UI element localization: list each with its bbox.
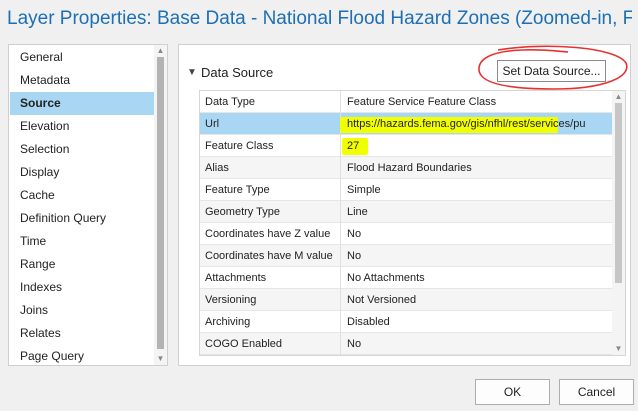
nav-item-selection[interactable]: Selection [10,138,155,161]
grid-scrollbar[interactable]: ▲ ▼ [612,91,625,355]
window-title: Layer Properties: Base Data - National F… [7,8,632,29]
cancel-button[interactable]: Cancel [559,379,634,405]
row-key: Archiving [200,311,341,333]
table-row: Data Type Feature Service Feature Class [200,91,614,113]
data-source-section-label: Data Source [201,64,274,80]
nav-scroll-thumb[interactable] [157,57,164,349]
url-value[interactable]: https://hazards.fema.gov/gis/nfhl/rest/s… [347,118,585,130]
row-value: Simple [347,184,381,196]
row-key: COGO Enabled [200,333,341,355]
row-key: Versioning [200,289,341,311]
table-row[interactable]: COGO Enabled No [200,333,614,355]
grid-scroll-thumb[interactable] [615,103,622,283]
table-row[interactable]: Feature Class 27 [200,135,614,157]
row-key: Coordinates have M value [200,245,341,267]
row-key: Coordinates have Z value [200,223,341,245]
nav-item-joins[interactable]: Joins [10,299,155,322]
row-value: No Attachments [347,272,425,284]
ok-button[interactable]: OK [475,379,550,405]
nav-item-time[interactable]: Time [10,230,155,253]
properties-nav: General Metadata Source Elevation Select… [8,44,168,366]
data-source-grid: Data Type Feature Service Feature Class … [199,90,626,356]
row-key: Data Type [200,91,341,113]
nav-item-general[interactable]: General [10,46,155,69]
row-value: Not Versioned [347,294,417,306]
row-key: Url [200,113,341,135]
nav-item-range[interactable]: Range [10,253,155,276]
row-key: Attachments [200,267,341,289]
feature-class-value: 27 [347,140,360,152]
nav-item-source[interactable]: Source [10,92,155,115]
row-key: Feature Class [200,135,341,157]
set-data-source-button[interactable]: Set Data Source... [497,60,606,82]
row-value: Disabled [347,316,390,328]
table-row[interactable]: Coordinates have M value No [200,245,614,267]
nav-scrollbar[interactable]: ▲ ▼ [154,45,167,365]
nav-item-relates[interactable]: Relates [10,322,155,345]
table-row[interactable]: Versioning Not Versioned [200,289,614,311]
nav-item-indexes[interactable]: Indexes [10,276,155,299]
row-value: Flood Hazard Boundaries [347,162,472,174]
row-value: No [347,250,362,262]
data-source-section-header[interactable]: ▼ Data Source [187,63,273,81]
table-row[interactable]: Feature Type Simple [200,179,614,201]
row-value: https://hazards.fema.gov/gis/nfhl/rest/s… [342,113,614,135]
row-key: Alias [200,157,341,179]
table-row-url[interactable]: Url https://hazards.fema.gov/gis/nfhl/re… [200,113,614,135]
row-value: Line [347,206,368,218]
chevron-down-icon: ▼ [187,66,197,78]
row-value: Feature Service Feature Class [347,96,497,108]
nav-item-display[interactable]: Display [10,161,155,184]
table-row[interactable]: Archiving Disabled [200,311,614,333]
row-value: No [347,338,362,350]
table-row[interactable]: Alias Flood Hazard Boundaries [200,157,614,179]
nav-item-elevation[interactable]: Elevation [10,115,155,138]
row-key: Feature Type [200,179,341,201]
triangle-down-icon[interactable]: ▼ [612,343,625,355]
nav-item-page-query[interactable]: Page Query [10,345,155,365]
triangle-up-icon[interactable]: ▲ [612,91,625,103]
row-value: No [347,228,362,240]
nav-item-definition-query[interactable]: Definition Query [10,207,155,230]
source-panel: ▼ Data Source Set Data Source... Data Ty… [178,44,631,366]
triangle-up-icon[interactable]: ▲ [154,45,167,57]
nav-item-metadata[interactable]: Metadata [10,69,155,92]
nav-item-cache[interactable]: Cache [10,184,155,207]
row-key: Geometry Type [200,201,341,223]
table-row[interactable]: Attachments No Attachments [200,267,614,289]
row-value: 27 [342,135,614,157]
table-row[interactable]: Geometry Type Line [200,201,614,223]
table-row[interactable]: Coordinates have Z value No [200,223,614,245]
triangle-down-icon[interactable]: ▼ [154,353,167,365]
